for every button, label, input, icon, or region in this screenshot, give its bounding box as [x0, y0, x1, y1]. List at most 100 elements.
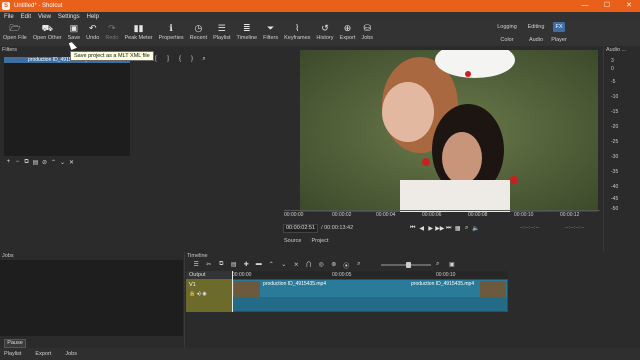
clip-name: production ID_4915435.mp4: [263, 281, 327, 287]
timeline-zoom-slider[interactable]: [381, 262, 431, 268]
layout-color[interactable]: Color: [492, 35, 522, 45]
move-up-icon[interactable]: ⌃: [49, 159, 58, 166]
zoom-in-icon[interactable]: ⌕: [436, 261, 439, 268]
lift-icon[interactable]: ⌃: [265, 261, 278, 270]
volume-icon[interactable]: 🔈: [471, 225, 480, 232]
scale-label: 0: [611, 66, 614, 72]
minimize-button[interactable]: —: [574, 0, 596, 12]
tab-project[interactable]: Project: [311, 238, 328, 244]
recent-icon: ◷: [194, 23, 203, 33]
paste-filter-icon[interactable]: ▤: [31, 159, 40, 166]
overwrite-icon[interactable]: ⌄: [278, 261, 291, 270]
ripple-icon[interactable]: ⊚: [328, 261, 341, 270]
append-icon[interactable]: ✚: [240, 261, 253, 270]
maximize-button[interactable]: ☐: [596, 0, 618, 12]
timeline-button[interactable]: ≣ Timeline: [237, 22, 258, 46]
brace-open-icon[interactable]: {: [174, 56, 186, 63]
timeline-tick: 00:00:00: [232, 272, 252, 278]
zoom-fit-icon[interactable]: ▣: [449, 261, 455, 268]
timeline-icon: ≣: [243, 23, 251, 33]
timeline-ruler[interactable]: 00:00:00 00:00:05 00:00:10: [232, 271, 508, 279]
menu-edit[interactable]: Edit: [21, 14, 31, 20]
mute-icon[interactable]: ◂): [197, 291, 201, 297]
add-filter-icon[interactable]: +: [4, 159, 13, 166]
current-time-field[interactable]: 00:00:02:51: [283, 223, 319, 233]
play-icon[interactable]: ▶: [426, 225, 435, 232]
close-button[interactable]: ✕: [618, 0, 640, 12]
timeline-playhead[interactable]: [232, 271, 233, 312]
menu-view[interactable]: View: [38, 14, 51, 20]
layout-editing[interactable]: Editing: [522, 22, 550, 32]
rewind-icon[interactable]: ◀: [417, 225, 426, 232]
fast-forward-icon[interactable]: ▶▶: [435, 225, 444, 232]
redo-button[interactable]: ↷ Redo: [105, 22, 118, 46]
move-down-icon[interactable]: ⌄: [58, 159, 67, 166]
grid-icon[interactable]: ▦: [453, 225, 462, 232]
filter-toolbar: + − ⧉ ▤ ⊘ ⌃ ⌄ ✕: [4, 159, 76, 166]
paste-icon[interactable]: ▤: [228, 261, 241, 270]
zoom-out-icon[interactable]: ⌕: [353, 261, 366, 270]
player-time-ruler[interactable]: 00:00:00 00:00:02 00:00:04 00:00:06 00:0…: [284, 210, 600, 219]
menu-help[interactable]: Help: [87, 14, 99, 20]
skip-previous-icon[interactable]: ⏮: [408, 225, 417, 232]
zoom-menu-icon[interactable]: ⌕: [462, 225, 471, 232]
layout-audio[interactable]: Audio: [522, 35, 550, 45]
timeline-toolbar: ☰ ✂ ⧉ ▤ ✚ ▬ ⌃ ⌄ ⨯ ⋂ ◎ ⊚ ⦿ ⌕: [190, 261, 365, 270]
menu-file[interactable]: File: [4, 14, 14, 20]
undo-button[interactable]: ↶ Undo: [86, 22, 99, 46]
copy-icon[interactable]: ⧉: [215, 261, 228, 270]
playlist-button[interactable]: ☰ Playlist: [213, 22, 230, 46]
bracket-close-icon[interactable]: ]: [162, 56, 174, 63]
zoom-slider-handle[interactable]: [406, 262, 411, 268]
info-icon: ℹ: [169, 23, 173, 33]
v1-track-header[interactable]: V1 🔒 ◂) ◉: [186, 279, 232, 312]
export-button[interactable]: ⊕ Export: [340, 22, 356, 46]
history-button[interactable]: ↺ History: [316, 22, 333, 46]
title-bar: S Untitled* - Shotcut — ☐ ✕: [0, 0, 640, 12]
layout-player[interactable]: Player: [550, 35, 568, 45]
eye-icon[interactable]: ◉: [202, 291, 206, 297]
ruler-tick: 00:00:06: [422, 212, 442, 218]
tab-source[interactable]: Source: [284, 238, 301, 244]
split-icon[interactable]: ⨯: [290, 261, 303, 270]
keyframes-button[interactable]: ⌇ Keyframes: [284, 22, 310, 46]
in-point-field[interactable]: --:--:--:--: [520, 225, 539, 231]
timeline-menu-icon[interactable]: ☰: [190, 261, 203, 270]
properties-button[interactable]: ℹ Properties: [159, 22, 184, 46]
layout-logging[interactable]: Logging: [492, 22, 522, 32]
tab-jobs[interactable]: Jobs: [65, 351, 77, 357]
ripple-delete-icon[interactable]: ▬: [253, 261, 266, 270]
layout-switcher: Logging Editing FX Color Audio Player: [492, 22, 568, 45]
ripple-all-icon[interactable]: ⦿: [340, 261, 353, 270]
jobs-button[interactable]: ⛁ Jobs: [361, 22, 373, 46]
jobs-list[interactable]: [0, 260, 183, 336]
remove-filter-icon[interactable]: −: [13, 159, 22, 166]
pause-jobs-button[interactable]: Pause: [4, 339, 26, 348]
cut-icon[interactable]: ✂: [203, 261, 216, 270]
timeline-clip[interactable]: production ID_4915435.mp4 production ID_…: [232, 279, 508, 312]
deselect-filter-icon[interactable]: ⊘: [40, 159, 49, 166]
snap-icon[interactable]: ⋂: [303, 261, 316, 270]
layout-fx[interactable]: FX: [553, 22, 565, 32]
open-other-button[interactable]: ⛟ Open Other: [33, 22, 62, 46]
recent-button[interactable]: ◷ Recent: [190, 22, 207, 46]
tab-export[interactable]: Export: [35, 351, 51, 357]
brace-close-icon[interactable]: }: [186, 56, 198, 63]
skip-next-icon[interactable]: ⏭: [444, 225, 453, 232]
zoom-icon[interactable]: ⌕: [198, 56, 210, 63]
close-filter-icon[interactable]: ✕: [67, 159, 76, 166]
video-preview[interactable]: [300, 50, 598, 212]
peak-meter-button[interactable]: ▮▮ Peak Meter: [124, 22, 152, 46]
scrub-icon[interactable]: ◎: [315, 261, 328, 270]
audio-meter-panel: Audio ... 3 0 -5 -10 -15 -20 -25 -30 -35…: [603, 46, 640, 251]
filters-list[interactable]: [4, 63, 130, 156]
filters-button[interactable]: ⏷ Filters: [263, 22, 278, 46]
filter-icon: ⏷: [267, 23, 275, 33]
duration-field[interactable]: --:--:--:--: [565, 225, 584, 231]
open-file-button[interactable]: 🗁 Open File: [3, 22, 27, 46]
lock-icon[interactable]: 🔒: [189, 291, 195, 297]
tab-playlist[interactable]: Playlist: [4, 351, 21, 357]
menu-settings[interactable]: Settings: [58, 14, 80, 20]
scale-label: 3: [611, 58, 614, 64]
copy-filter-icon[interactable]: ⧉: [22, 159, 31, 166]
